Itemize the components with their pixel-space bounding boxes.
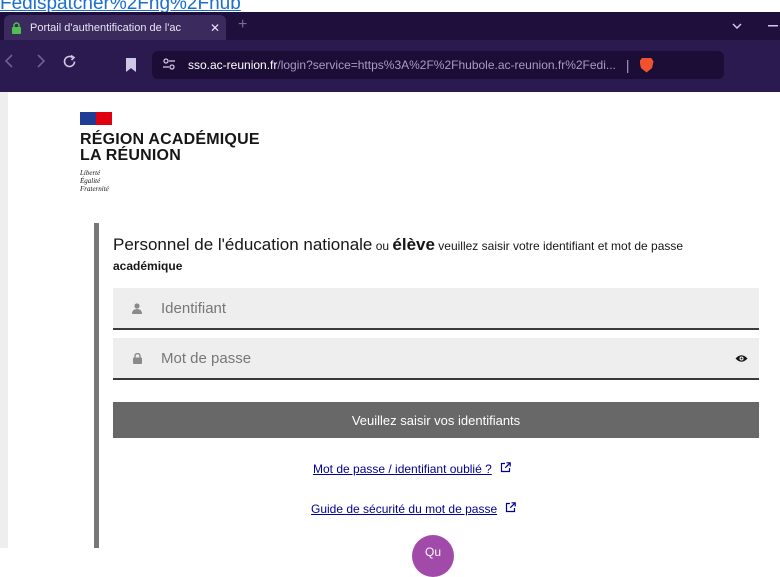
- back-icon[interactable]: [4, 54, 14, 73]
- motto-egalite: Égalité: [80, 177, 101, 185]
- divider: |: [625, 57, 630, 73]
- forward-icon[interactable]: [36, 54, 46, 73]
- chevron-down-icon[interactable]: [732, 18, 742, 32]
- forgot-credentials-link[interactable]: Mot de passe / identifiant oublié ?: [313, 462, 511, 476]
- new-tab-button[interactable]: +: [238, 16, 247, 34]
- browser-tab[interactable]: Portail d'authentification de l'ac ✕: [4, 15, 226, 40]
- url-host: sso.ac-reunion.fr: [188, 58, 278, 72]
- user-icon: [113, 302, 161, 314]
- intro-text: veuillez saisir votre identifiant et mot…: [434, 239, 684, 253]
- bottom-round-button[interactable]: Qu: [412, 535, 454, 577]
- bookmark-icon[interactable]: [126, 58, 136, 72]
- close-icon[interactable]: ✕: [210, 21, 220, 35]
- submit-button[interactable]: Veuillez saisir vos identifiants: [113, 402, 759, 438]
- form-accent-border: [94, 223, 99, 548]
- password-security-guide-link[interactable]: Guide de sécurité du mot de passe: [311, 502, 516, 516]
- external-link-icon: [505, 502, 516, 516]
- page-url-link[interactable]: Fedispatcher%2Fng%2Fhub: [0, 0, 780, 12]
- intro-staff: Personnel de l'éducation nationale: [113, 235, 373, 254]
- brave-shield-icon[interactable]: [639, 57, 654, 73]
- username-input[interactable]: [161, 288, 759, 328]
- motto-fraternite: Fraternité: [80, 185, 109, 193]
- external-link-icon: [500, 462, 511, 476]
- eye-icon[interactable]: [723, 354, 759, 363]
- marianne-logo: [80, 112, 112, 125]
- password-input[interactable]: [161, 338, 723, 378]
- forgot-credentials-label: Mot de passe / identifiant oublié ?: [313, 462, 492, 476]
- browser-titlebar: Portail d'authentification de l'ac ✕ +: [0, 12, 780, 40]
- intro-or: ou: [372, 239, 393, 253]
- site-settings-icon[interactable]: [162, 57, 176, 73]
- page-content: RÉGION ACADÉMIQUE LA RÉUNION Liberté Éga…: [0, 92, 780, 577]
- username-field[interactable]: [113, 288, 759, 330]
- intro-academic: académique: [113, 259, 183, 273]
- login-instructions: Personnel de l'éducation nationale ou él…: [113, 235, 753, 276]
- browser-toolbar: sso.ac-reunion.fr /login?service=https%3…: [0, 40, 780, 92]
- tab-title: Portail d'authentification de l'ac: [30, 21, 181, 34]
- password-security-guide-label: Guide de sécurité du mot de passe: [311, 502, 498, 516]
- logo-line-2: LA RÉUNION: [80, 147, 181, 164]
- url-path: /login?service=https%3A%2F%2Fhubole.ac-r…: [277, 58, 616, 72]
- scroll-gutter: [0, 92, 8, 548]
- intro-student: élève: [392, 235, 435, 254]
- motto-liberte: Liberté: [80, 169, 101, 177]
- minimize-icon[interactable]: [768, 16, 778, 30]
- lock-icon: [10, 21, 22, 34]
- address-bar[interactable]: sso.ac-reunion.fr /login?service=https%3…: [152, 51, 724, 79]
- password-field[interactable]: [113, 338, 759, 380]
- lock-icon: [113, 352, 161, 364]
- reload-icon[interactable]: [62, 54, 77, 74]
